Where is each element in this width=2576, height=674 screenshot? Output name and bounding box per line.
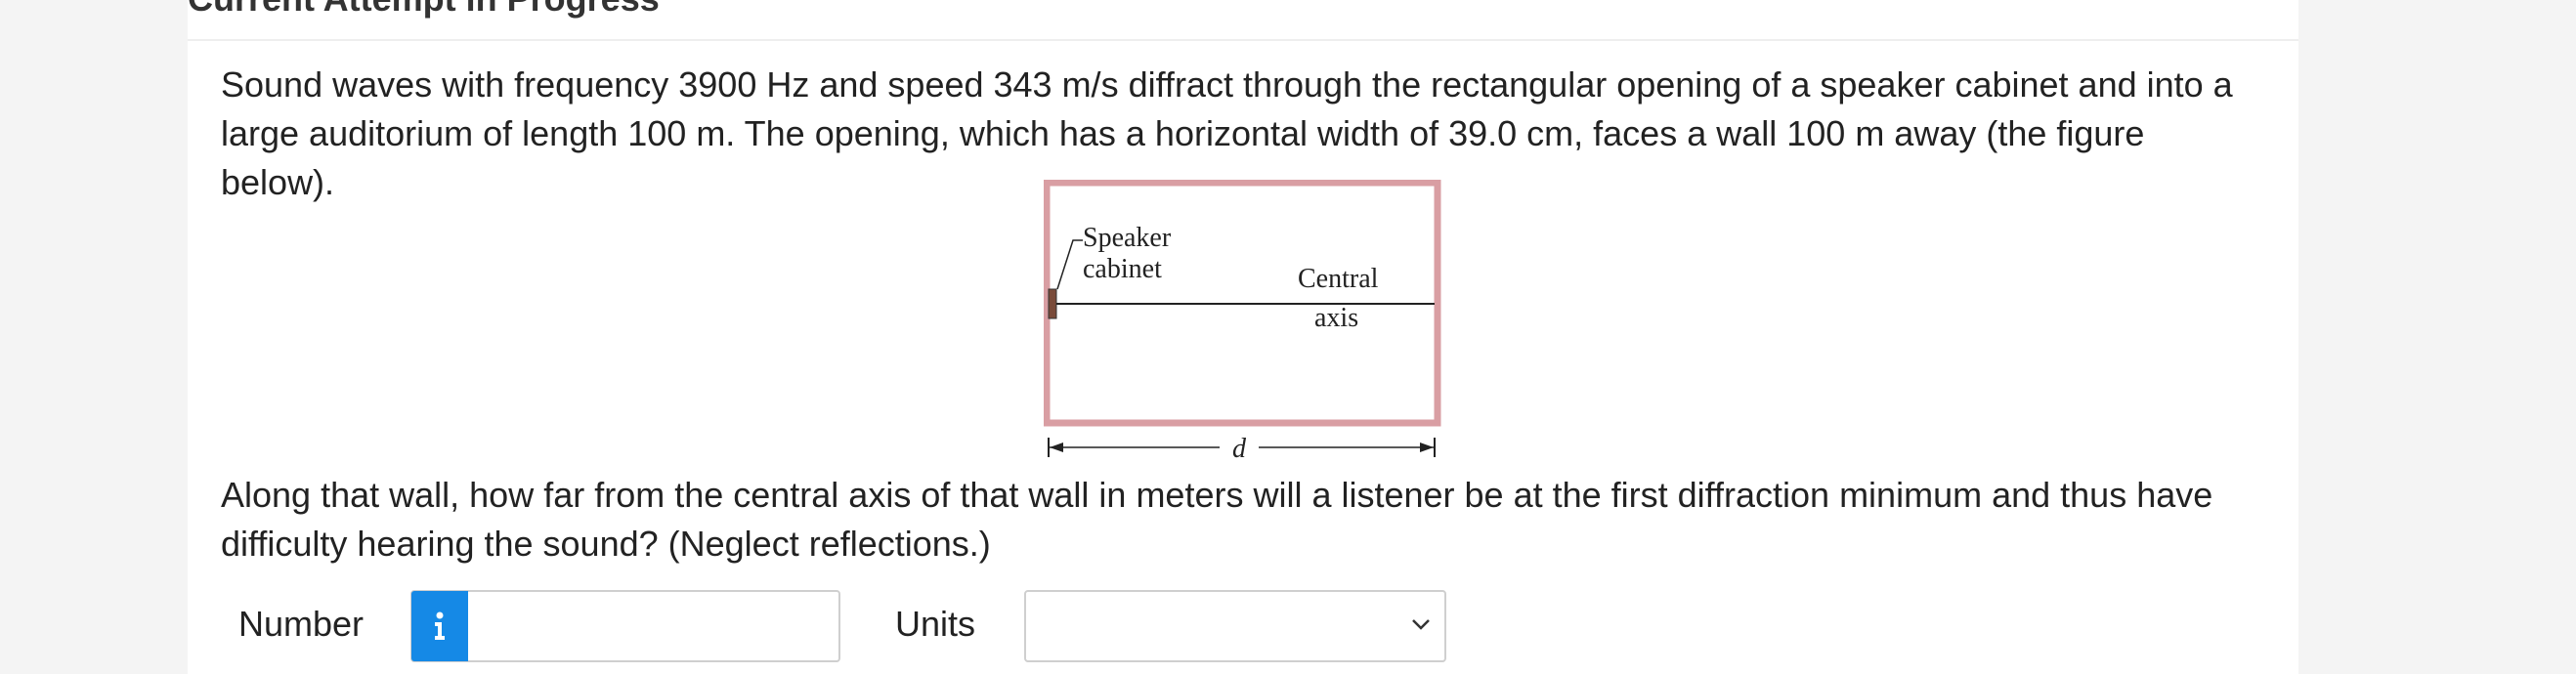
units-select[interactable] [1024,590,1446,662]
chevron-down-icon [1412,619,1430,630]
question-card: Current Attempt in Progress Sound waves … [188,0,2298,674]
units-label: Units [895,604,976,644]
info-icon [435,611,445,640]
diffraction-figure: Speaker cabinet Central axis d [1044,180,1441,464]
question-prompt: Along that wall, how far from the centra… [221,475,2213,564]
info-button[interactable] [411,591,468,661]
distance-arrow-right [1420,442,1434,452]
speaker-cabinet [1048,288,1057,319]
axis-label-1: Central [1298,264,1379,294]
number-label: Number [238,604,365,644]
divider [188,39,2298,41]
axis-label-2: axis [1314,303,1358,333]
distance-label: d [1232,434,1247,464]
speaker-label-2: cabinet [1083,254,1162,284]
number-input[interactable] [469,592,838,660]
distance-arrow-left [1050,442,1063,452]
speaker-label-1: Speaker [1083,223,1172,253]
number-field [410,590,840,662]
attempt-heading: Current Attempt in Progress [188,0,660,20]
